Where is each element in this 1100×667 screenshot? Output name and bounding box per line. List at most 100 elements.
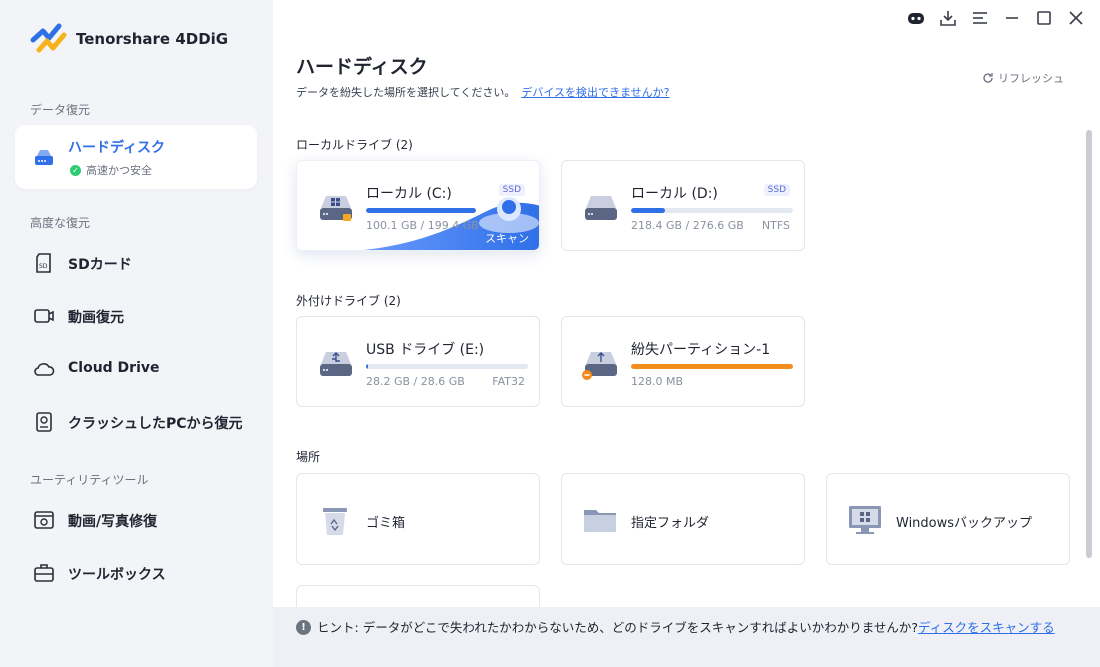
filesystem-label: NTFS — [761, 219, 790, 232]
drive-card-c[interactable]: ローカル (C:) SSD 100.1 GB / 199.4 GB スキャン — [296, 160, 540, 251]
usage-bar — [631, 208, 793, 213]
folder-icon — [584, 510, 616, 532]
sidebar-item-video-photo-repair[interactable]: 動画/写真修復 — [15, 506, 257, 534]
filesystem-label: FAT32 — [492, 375, 525, 388]
drive-size: 100.1 GB / 199.4 GB — [366, 219, 479, 232]
download-icon — [940, 11, 956, 26]
menu-button[interactable] — [964, 6, 996, 30]
main-panel: ハードディスク データを紛失した場所を選択してください。 デバイスを検出できません… — [273, 0, 1100, 667]
sidebar-item-crashed-pc[interactable]: クラッシュしたPCから復元 — [15, 408, 257, 436]
refresh-button[interactable]: リフレッシュ — [982, 70, 1064, 86]
sidebar-item-toolbox[interactable]: ツールボックス — [15, 559, 257, 587]
app-name: Tenorshare 4DDiG — [76, 30, 229, 48]
drive-name: 紛失パーティション-1 — [631, 342, 771, 358]
drive-card-e[interactable]: USB ドライブ (E:) 28.2 GB / 28.6 GB FAT32 — [296, 316, 540, 407]
usage-bar-fill — [366, 208, 476, 213]
sidebar-item-label: Cloud Drive — [68, 360, 160, 376]
download-button[interactable] — [932, 6, 964, 30]
refresh-icon — [983, 73, 993, 83]
maximize-icon — [1037, 11, 1051, 25]
page-subtitle-text: データを紛失した場所を選択してください。 — [296, 86, 516, 99]
location-card-windows-backup[interactable]: Windowsバックアップ — [826, 473, 1070, 565]
lost-partition-icon — [582, 352, 617, 380]
page-subtitle: データを紛失した場所を選択してください。 デバイスを検出できませんか? — [296, 84, 670, 100]
location-name: Windowsバックアップ — [896, 516, 1033, 531]
recycle-bin-icon — [323, 508, 347, 535]
scrollbar[interactable] — [1086, 130, 1092, 558]
close-icon — [1069, 11, 1083, 25]
location-card-folder[interactable]: 指定フォルダ — [561, 473, 805, 565]
sidebar-item-sub: ✓ 高速かつ安全 — [70, 162, 152, 178]
section-label-data-recovery: データ復元 — [30, 103, 91, 117]
windows-backup-icon — [849, 506, 881, 534]
robot-icon — [908, 13, 924, 24]
window-toolbar — [900, 6, 1100, 30]
sidebar-item-hard-disk[interactable]: ハードディスク ✓ 高速かつ安全 — [15, 125, 257, 189]
sidebar-item-cloud-drive[interactable]: Cloud Drive — [15, 355, 257, 383]
minimize-button[interactable] — [996, 6, 1028, 30]
toolbox-icon — [32, 561, 56, 585]
video-icon — [32, 304, 56, 328]
sidebar-item-label: ツールボックス — [68, 567, 166, 583]
scan-disk-link[interactable]: ディスクをスキャンする — [918, 620, 1055, 635]
page-title: ハードディスク — [296, 56, 428, 78]
drive-name: USB ドライブ (E:) — [366, 342, 485, 358]
svg-text:SD: SD — [39, 263, 48, 270]
shield-check-icon: ✓ — [70, 164, 81, 176]
drive-size: 128.0 MB — [631, 375, 684, 388]
repair-icon — [32, 508, 56, 532]
scan-button[interactable]: スキャン — [485, 230, 529, 246]
ssd-badge: SSD — [763, 184, 790, 196]
minimize-icon — [1006, 17, 1018, 19]
hint-message: データがどこで失われたかわからないため、どのドライブをスキャンすればよいかわかり… — [362, 620, 918, 635]
sidebar-item-label: クラッシュしたPCから復元 — [68, 416, 243, 432]
drive-icon — [585, 196, 617, 220]
sd-card-icon: SD — [32, 251, 56, 275]
menu-icon — [973, 12, 987, 24]
group-label-locations: 場所 — [296, 450, 321, 464]
drive-size: 218.4 GB / 276.6 GB — [631, 219, 744, 232]
drive-card-d[interactable]: ローカル (D:) SSD 218.4 GB / 276.6 GB NTFS — [561, 160, 805, 251]
usage-bar-fill — [631, 364, 793, 369]
maximize-button[interactable] — [1028, 6, 1060, 30]
drive-name: ローカル (D:) — [631, 186, 718, 202]
sidebar-item-sub-label: 高速かつ安全 — [86, 164, 152, 177]
refresh-label: リフレッシュ — [998, 72, 1064, 85]
group-label-external-drives: 外付けドライブ (2) — [296, 294, 401, 308]
4ddig-logo-icon — [30, 23, 67, 53]
usage-bar — [366, 208, 476, 213]
sidebar-item-video-recovery[interactable]: 動画復元 — [15, 302, 257, 330]
windows-drive-icon — [320, 196, 352, 221]
sidebar: Tenorshare 4DDiG データ復元 ハードディスク ✓ 高速かつ安全 … — [0, 0, 273, 667]
usb-drive-icon — [320, 352, 352, 376]
section-label-utility-tools: ユーティリティツール — [30, 473, 149, 487]
hard-disk-icon — [32, 145, 56, 169]
cloud-icon — [32, 357, 56, 381]
location-name: ゴミ箱 — [366, 516, 406, 531]
sidebar-item-label: 動画/写真修復 — [68, 514, 158, 530]
sidebar-item-sd-card[interactable]: SD SDカード — [15, 249, 257, 277]
hint-bar: ! ヒント: データがどこで失われたかわからないため、どのドライブをスキャンすれ… — [273, 607, 1100, 667]
usage-bar-fill — [366, 364, 369, 369]
sidebar-item-label: 動画復元 — [68, 310, 124, 326]
info-icon: ! — [296, 620, 311, 635]
hint-prefix: ヒント: — [317, 620, 359, 635]
group-label-local-drives: ローカルドライブ (2) — [296, 138, 413, 152]
drive-size: 28.2 GB / 28.6 GB — [366, 375, 465, 388]
sidebar-item-label: SDカード — [68, 257, 132, 273]
crashed-pc-icon — [32, 410, 56, 434]
close-button[interactable] — [1060, 6, 1092, 30]
section-label-advanced-recovery: 高度な復元 — [30, 216, 91, 230]
usage-bar — [366, 364, 528, 369]
device-not-detected-link[interactable]: デバイスを検出できませんか? — [521, 86, 669, 99]
assistant-button[interactable] — [900, 6, 932, 30]
ssd-badge: SSD — [498, 184, 525, 196]
usage-bar-fill — [631, 208, 666, 213]
location-card-recycle-bin[interactable]: ゴミ箱 — [296, 473, 540, 565]
drive-name: ローカル (C:) — [366, 186, 452, 202]
location-name: 指定フォルダ — [631, 516, 710, 531]
hint-text: ヒント: データがどこで失われたかわからないため、どのドライブをスキャンすればよ… — [317, 618, 1077, 638]
app-logo: Tenorshare 4DDiG — [30, 22, 228, 56]
usage-bar — [631, 364, 793, 369]
drive-card-lost-partition[interactable]: 紛失パーティション-1 128.0 MB — [561, 316, 805, 407]
